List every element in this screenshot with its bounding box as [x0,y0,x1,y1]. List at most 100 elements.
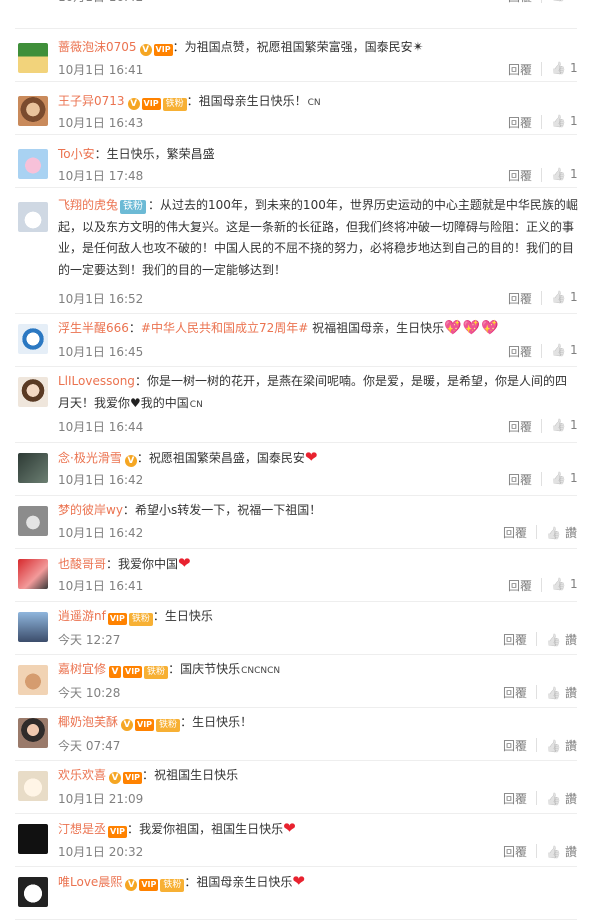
nickname-link[interactable]: 念·极光滑雪 [58,451,122,465]
avatar[interactable] [18,824,48,854]
like-count: 1 [569,418,578,432]
like-button[interactable]: 👍1 [551,61,578,75]
reply-button[interactable]: 回覆 [503,684,527,701]
avatar[interactable] [18,877,48,907]
comment-body: 嘉树宜修 V VIP 铁粉 ：国庆节快乐CNCNCN [58,659,578,683]
reply-button[interactable]: 回覆 [503,843,527,860]
nickname-link[interactable]: 浮生半醒666 [58,321,129,335]
like-button[interactable]: 👍1 [551,0,578,2]
avatar[interactable] [18,324,48,354]
vip-level-icon: VIP [139,879,159,891]
reply-button[interactable]: 回覆 [508,167,532,184]
avatar[interactable] [18,453,48,483]
separator: ： [122,503,135,517]
nickname-link[interactable]: LlILovessong [58,374,135,388]
comment-text: 我的中国 [140,395,189,410]
thumbs-up-icon: 👍 [551,418,566,432]
nickname-link[interactable]: 王子异0713 [58,94,125,108]
action-divider [541,344,542,358]
reply-button[interactable]: 回覆 [508,114,532,131]
like-count: 1 [569,61,578,75]
like-button[interactable]: 👍1 [551,471,578,485]
like-button[interactable]: 👍1 [551,290,578,304]
like-button[interactable]: 👍 讚 [546,737,577,754]
like-button[interactable]: 👍 讚 [546,631,577,648]
reply-button[interactable]: 回覆 [508,343,532,360]
verified-badge-icon: V [121,719,134,731]
reply-button[interactable]: 回覆 [503,790,527,807]
nickname-link[interactable]: 嘉树宜修 [58,662,106,676]
heart-emoji-icon: ❤ [283,819,296,837]
avatar[interactable] [18,202,48,232]
comment-body: 逍遥游nf VIP 铁粉 ：生日快乐 [58,606,578,628]
comment-item: 逍遥游nf VIP 铁粉 ：生日快乐 今天 12:27 回覆 👍 讚 [0,602,591,655]
comment-item: 念·极光滑雪 V ：祝愿祖国繁荣昌盛，国泰民安❤ 10月1日 16:42 回覆 👍 1 [0,443,591,496]
reply-button[interactable]: 回覆 [503,631,527,648]
like-button[interactable]: 👍 讚 [546,684,577,701]
avatar[interactable] [18,665,48,695]
action-divider [541,168,542,182]
vip-level-icon: VIP [123,666,143,678]
comment-item: 飞翔的虎兔 铁粉 ：从过去的100年，到未来的100年，世界历史运动的中心主题就是中… [0,188,591,314]
comment-item: 10月1日 16:42 回覆 👍1 [0,0,591,29]
separator: ： [128,321,141,335]
action-divider [541,62,542,76]
action-divider [541,0,542,3]
vip-level-icon: VIP [123,772,143,784]
reply-button[interactable]: 回覆 [508,577,532,594]
avatar[interactable] [18,612,48,642]
vip-level-icon: VIP [153,44,173,56]
nickname-link[interactable]: 梦的彼岸wy [58,503,123,517]
topic-link[interactable]: #中华人民共和国成立72周年# [141,321,308,335]
like-button[interactable]: 👍 讚 [546,524,577,541]
reply-button[interactable]: 回覆 [508,290,532,307]
nickname-link[interactable]: 飞翔的虎兔 [58,198,118,212]
verified-badge-icon: V [139,44,152,56]
nickname-link[interactable]: 蔷薇泡沫0705 [58,40,137,54]
nickname-link[interactable]: 唯Love晨熙 [58,875,122,889]
avatar[interactable] [18,377,48,407]
like-button[interactable]: 👍1 [551,114,578,128]
reply-button[interactable]: 回覆 [503,737,527,754]
like-button[interactable]: 👍1 [551,343,578,357]
like-button[interactable]: 👍1 [551,418,578,432]
nickname-link[interactable]: 椰奶泡芙酥 [58,715,118,729]
like-count: 1 [570,0,578,2]
like-count: 1 [569,577,578,591]
comment-timestamp: 10月1日 16:42 [58,0,143,5]
nickname-link[interactable]: 欢乐欢喜 [58,768,106,782]
avatar[interactable] [18,506,48,536]
comment-body: 唯Love晨熙 V VIP 铁粉 ：祖国母亲生日快乐❤ [58,871,578,894]
reply-button[interactable]: 回覆 [508,61,532,78]
member-badge-icon: V [109,666,122,678]
nickname-link[interactable]: 逍遥游nf [58,609,106,623]
reply-button[interactable]: 回覆 [508,418,532,435]
nickname-link[interactable]: To小安 [58,147,95,161]
reply-button[interactable]: 回覆 [508,0,532,5]
heart-emoji-icon: ❤ [304,448,318,466]
like-count: 1 [569,290,578,304]
nickname-link[interactable]: 也酸哥哥 [58,557,106,571]
like-count: 1 [569,114,578,128]
comment-timestamp: 10月1日 17:48 [58,169,144,183]
verified-badge-icon: V [125,879,138,891]
like-button[interactable]: 👍 讚 [546,790,577,807]
like-button[interactable]: 👍1 [551,577,578,591]
nickname-link[interactable]: 汀想是丞 [58,822,106,836]
avatar[interactable] [18,96,48,126]
avatar[interactable] [18,718,48,748]
fan-badge: 铁粉 [156,719,181,732]
avatar[interactable] [18,149,48,179]
avatar[interactable] [18,771,48,801]
like-button[interactable]: 👍1 [551,167,578,181]
like-button[interactable]: 👍 讚 [546,843,577,860]
action-divider [536,632,537,646]
avatar[interactable] [18,43,48,73]
reply-button[interactable]: 回覆 [508,471,532,488]
like-count: 讚 [564,792,577,806]
comment-timestamp: 10月1日 21:09 [58,792,144,806]
action-divider [541,472,542,486]
comment-body: 浮生半醒666：#中华人民共和国成立72周年# 祝福祖国母亲，生日快乐💖💖💖 [58,318,578,340]
reply-button[interactable]: 回覆 [503,524,527,541]
avatar[interactable] [18,559,48,589]
